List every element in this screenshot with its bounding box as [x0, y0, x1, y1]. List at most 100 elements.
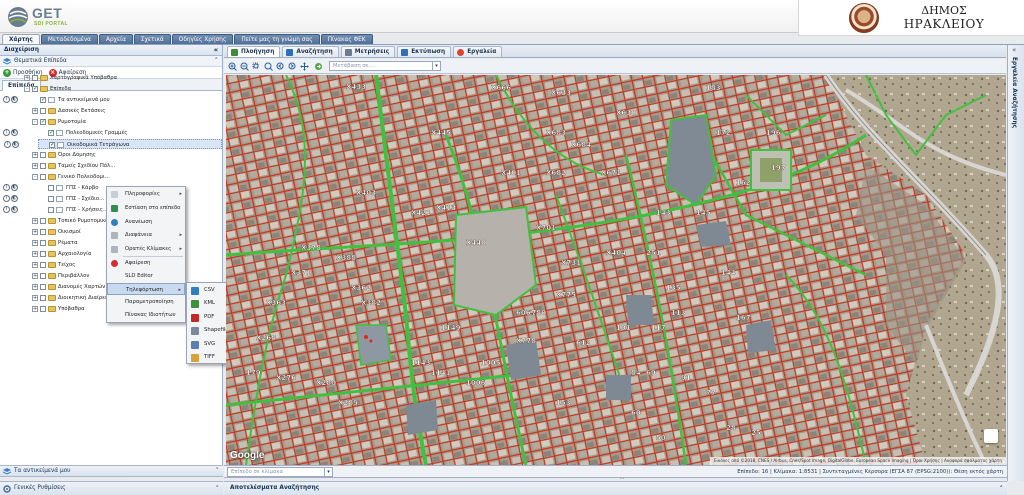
- context-menu-item[interactable]: Ανανέωση: [107, 216, 185, 228]
- layer-checkbox[interactable]: [40, 218, 46, 224]
- layer-checkbox[interactable]: [40, 262, 46, 268]
- layer-checkbox[interactable]: [40, 174, 46, 180]
- tab-print[interactable]: Εκτύπωση: [397, 46, 452, 57]
- tab-measure[interactable]: Μετρήσεις: [340, 46, 396, 57]
- general-settings-header[interactable]: Γενικές Ρυθμίσεις ˄: [0, 481, 223, 495]
- expand-toggle-icon[interactable]: +: [32, 229, 38, 235]
- expand-results-icon[interactable]: ˄: [1000, 483, 1004, 495]
- context-menu-item[interactable]: Εστίαση στο επίπεδο: [107, 202, 185, 214]
- right-tools-panel[interactable]: « Εργαλεία Αναζήτησης: [1007, 45, 1024, 481]
- app-logo[interactable]: GET SDI PORTAL: [4, 3, 70, 31]
- expand-toggle-icon[interactable]: +: [32, 273, 38, 279]
- tree-row[interactable]: + Ταμείς Σχεδίου Πόλ...: [0, 161, 222, 171]
- tree-row[interactable]: - Ρυμοτομία: [0, 117, 222, 127]
- layer-checkbox[interactable]: [32, 84, 38, 94]
- layer-checkbox[interactable]: [40, 163, 46, 169]
- visibility-icon[interactable]: ◐: [11, 195, 18, 202]
- tree-row[interactable]: i◐ Τα αντικείμενά μου: [0, 95, 222, 105]
- export-tiff-item[interactable]: TIFF: [187, 351, 228, 364]
- context-menu-item[interactable]: Αφαίρεση: [107, 257, 185, 269]
- expand-toggle-icon[interactable]: +: [32, 251, 38, 257]
- zoom-previous-icon[interactable]: [276, 62, 285, 71]
- tab-search[interactable]: Αναζήτηση: [282, 46, 339, 57]
- expand-toggle-icon[interactable]: +: [32, 306, 38, 312]
- pan-icon[interactable]: [300, 62, 309, 71]
- info-icon[interactable]: i: [4, 141, 11, 148]
- info-icon[interactable]: i: [3, 206, 10, 213]
- goto-input[interactable]: Μετάβαση σε... ▾: [329, 61, 441, 71]
- layer-checkbox[interactable]: [48, 185, 54, 191]
- expand-toggle-icon[interactable]: +: [32, 218, 38, 224]
- expand-right-icon[interactable]: «: [1012, 46, 1016, 54]
- tree-row[interactable]: i◐ Πολεοδομικές Γραμμές: [0, 128, 222, 138]
- visibility-icon[interactable]: ◐: [11, 206, 18, 213]
- expand-toggle-icon[interactable]: +: [32, 240, 38, 246]
- layer-checkbox[interactable]: [40, 117, 46, 127]
- context-menu-item[interactable]: Πίνακας Ιδιοτήτων: [107, 309, 185, 321]
- zoom-box-icon[interactable]: [252, 62, 261, 71]
- my-objects-panel-header[interactable]: Τα αντικείμενά μου ˅: [0, 465, 223, 477]
- info-icon[interactable]: i: [3, 129, 10, 136]
- map-canvas[interactable]: X433 X666 X633 X630 X445 X683 X684 X682 X671 X401…: [226, 75, 1006, 465]
- layer-checkbox[interactable]: [48, 128, 54, 138]
- context-menu-item[interactable]: SLD Editor: [107, 270, 185, 282]
- tab-navigation[interactable]: Πλοήγηση: [227, 46, 281, 57]
- tree-row[interactable]: + Όροι Δόμησης: [0, 150, 222, 160]
- context-menu-item[interactable]: Πληροφορίες ▸: [107, 188, 185, 200]
- visibility-icon[interactable]: ◐: [11, 184, 18, 191]
- tree-row[interactable]: + Χαρτογραφικά Υπόβαθρα: [0, 73, 222, 83]
- tree-row[interactable]: - Επίπεδα: [0, 84, 222, 94]
- export-shapefile-item[interactable]: Shapefile: [187, 324, 229, 337]
- info-icon[interactable]: i: [3, 195, 10, 202]
- zoom-extent-icon[interactable]: [264, 62, 273, 71]
- visibility-icon[interactable]: ◐: [12, 141, 19, 148]
- info-icon[interactable]: i: [3, 96, 10, 103]
- layer-checkbox[interactable]: [40, 108, 46, 114]
- layer-checkbox[interactable]: [48, 196, 54, 202]
- expand-section-icon[interactable]: ˅: [216, 466, 220, 477]
- street-view-icon[interactable]: [984, 429, 998, 443]
- visibility-icon[interactable]: ◐: [11, 129, 18, 136]
- collapse-panel-icon[interactable]: «: [214, 46, 218, 54]
- expand-toggle-icon[interactable]: +: [32, 284, 38, 290]
- zoom-in-icon[interactable]: [228, 62, 237, 71]
- expand-toggle-icon[interactable]: +: [32, 163, 38, 169]
- export-svg-item[interactable]: SVG: [187, 338, 228, 351]
- export-pdf-item[interactable]: PDF: [187, 311, 228, 324]
- context-menu-item[interactable]: Διαφάνεια ▸: [107, 229, 185, 241]
- layer-checkbox[interactable]: [32, 75, 38, 81]
- chevron-down-icon[interactable]: ▾: [324, 468, 332, 476]
- context-menu-item[interactable]: Τηλεφόρτωση ▸: [107, 283, 185, 295]
- layer-checkbox[interactable]: [40, 240, 46, 246]
- expand-toggle-icon[interactable]: +: [32, 295, 38, 301]
- layer-checkbox[interactable]: [40, 273, 46, 279]
- context-menu-item[interactable]: Ορατές Κλίμακες ▸: [107, 243, 185, 255]
- expand-toggle-icon[interactable]: -: [32, 174, 38, 180]
- zoom-out-icon[interactable]: [240, 62, 249, 71]
- context-menu-item[interactable]: Παραμετροποίηση: [107, 296, 185, 308]
- info-icon[interactable]: i: [3, 184, 10, 191]
- tree-row[interactable]: + Δασικές Εκτάσεις: [0, 106, 222, 116]
- expand-toggle-icon[interactable]: +: [32, 262, 38, 268]
- expand-toggle-icon[interactable]: +: [32, 108, 38, 114]
- tree-row[interactable]: - Γενικό Πολεοδομι...: [0, 172, 222, 182]
- expand-toggle-icon[interactable]: +: [32, 152, 38, 158]
- visibility-icon[interactable]: ◐: [11, 96, 18, 103]
- layer-checkbox[interactable]: [49, 140, 55, 150]
- expand-toggle-icon[interactable]: -: [24, 86, 30, 92]
- layer-checkbox[interactable]: [40, 229, 46, 235]
- tree-row[interactable]: i◐ Οικοδομικά Τετράγωνα: [4, 139, 222, 150]
- scale-layer-select[interactable]: Επίπεδο σε κλίμακα ▾: [227, 467, 333, 477]
- chevron-down-icon[interactable]: ▾: [432, 62, 440, 70]
- layer-checkbox[interactable]: [48, 207, 54, 213]
- layer-checkbox[interactable]: [40, 306, 46, 312]
- export-kml-item[interactable]: KML: [187, 297, 228, 310]
- tab-tools[interactable]: Εργαλεία: [453, 46, 503, 57]
- thematic-layers-header[interactable]: Θεματικά Επίπεδα ˄: [0, 56, 222, 67]
- collapse-section-icon[interactable]: ˄: [215, 56, 219, 67]
- expand-settings-icon[interactable]: ˄: [216, 483, 220, 495]
- zoom-next-icon[interactable]: [288, 62, 297, 71]
- map-view[interactable]: X433 X666 X633 X630 X445 X683 X684 X682 X671 X401…: [226, 75, 1006, 465]
- layer-checkbox[interactable]: [40, 284, 46, 290]
- expand-toggle-icon[interactable]: +: [24, 75, 30, 81]
